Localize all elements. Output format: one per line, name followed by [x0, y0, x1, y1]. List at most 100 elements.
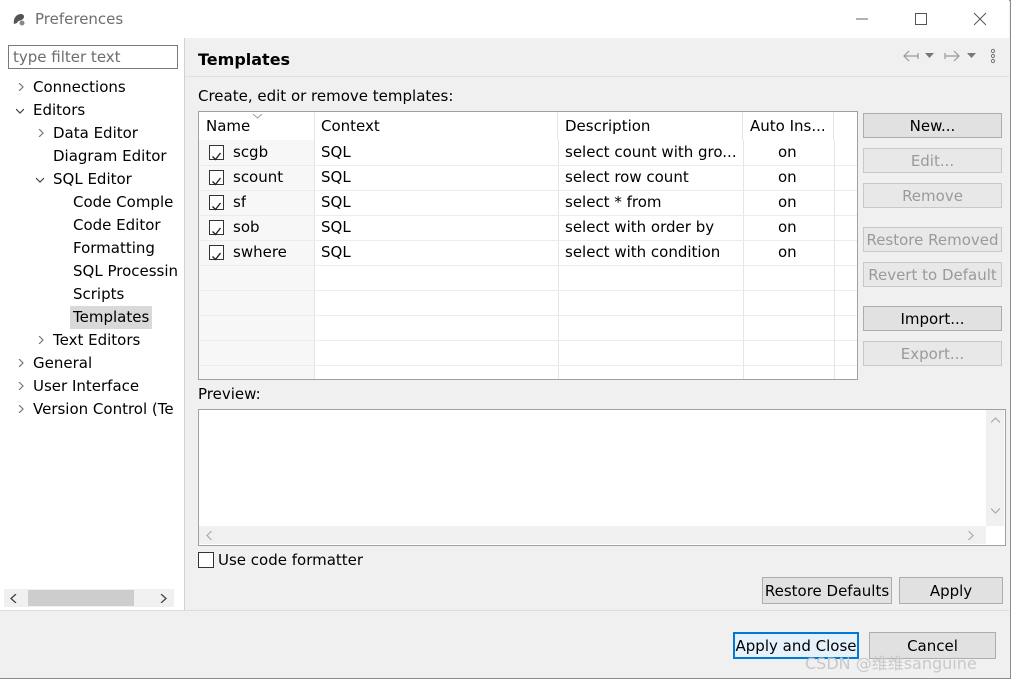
enabled-checkbox[interactable]	[209, 195, 224, 211]
scroll-left-icon[interactable]	[206, 531, 212, 540]
page-title: Templates	[198, 50, 291, 69]
new-button[interactable]: New...	[863, 113, 1002, 138]
tree-item-label: Diagram Editor	[53, 147, 167, 165]
chevron-right-icon[interactable]	[17, 359, 25, 367]
tree-item-label: Connections	[33, 78, 126, 96]
chevron-right-icon[interactable]	[37, 129, 45, 137]
tree-item-label-selected: Templates	[70, 306, 153, 329]
chevron-right-icon[interactable]	[37, 336, 45, 344]
use-code-formatter-label[interactable]: Use code formatter	[218, 551, 363, 569]
preview-vertical-scrollbar[interactable]	[986, 410, 1004, 526]
preview-label: Preview:	[198, 385, 261, 403]
restore-removed-button[interactable]: Restore Removed	[863, 227, 1002, 252]
apply-button[interactable]: Apply	[899, 577, 1003, 604]
tree-item-label: General	[33, 354, 93, 372]
close-icon	[973, 12, 987, 26]
edit-button[interactable]: Edit...	[863, 148, 1002, 173]
scrollbar-thumb[interactable]	[28, 590, 134, 606]
table-row-empty	[199, 340, 857, 366]
template-name: sob	[233, 218, 260, 236]
filter-input[interactable]	[8, 45, 178, 69]
chevron-right-icon[interactable]	[17, 405, 25, 413]
maximize-icon	[915, 13, 927, 25]
maximize-button[interactable]	[896, 0, 946, 38]
template-name: sf	[233, 193, 247, 211]
enabled-checkbox[interactable]	[209, 170, 224, 186]
template-auto-insert: on	[778, 143, 797, 161]
tree-horizontal-scrollbar[interactable]	[4, 589, 174, 607]
tree-item-label: Data Editor	[53, 124, 138, 142]
table-row-empty	[199, 315, 857, 341]
templates-description: Create, edit or remove templates:	[198, 87, 454, 105]
close-button[interactable]	[955, 0, 1005, 38]
chevron-right-icon[interactable]	[17, 382, 25, 390]
tree-item-label: SQL Processin	[73, 262, 179, 280]
watermark: CSDN @维维sanguine	[805, 654, 977, 673]
tree-item-label: Scripts	[73, 285, 125, 303]
tree-item-label: Code Comple	[73, 193, 174, 211]
template-auto-insert: on	[778, 193, 797, 211]
table-row[interactable]: scount SQL select row count on	[199, 165, 857, 191]
minimize-icon	[856, 18, 868, 20]
back-arrow-icon[interactable]	[903, 50, 919, 62]
remove-button[interactable]: Remove	[863, 183, 1002, 208]
preview-horizontal-scrollbar[interactable]	[199, 526, 986, 544]
table-row-empty	[199, 290, 857, 316]
use-code-formatter-checkbox[interactable]	[198, 552, 214, 568]
preview-area[interactable]	[198, 409, 1006, 546]
restore-defaults-button[interactable]: Restore Defaults	[762, 577, 892, 604]
column-header-auto-insert[interactable]: Auto Ins...	[743, 112, 834, 140]
scroll-down-icon[interactable]	[991, 508, 1000, 514]
template-auto-insert: on	[778, 168, 797, 186]
scroll-up-icon[interactable]	[991, 417, 1000, 423]
tree-item-label: Editors	[33, 101, 86, 119]
table-row-empty	[199, 265, 857, 291]
table-row[interactable]: swhere SQL select with condition on	[199, 240, 857, 266]
chevron-right-icon[interactable]	[17, 83, 25, 91]
template-context: SQL	[321, 143, 351, 161]
template-auto-insert: on	[778, 218, 797, 236]
template-context: SQL	[321, 168, 351, 186]
template-description: select with order by	[565, 218, 715, 236]
table-row[interactable]: sf SQL select * from on	[199, 190, 857, 216]
template-context: SQL	[321, 218, 351, 236]
import-button[interactable]: Import...	[863, 306, 1002, 331]
tree-item-label: SQL Editor	[53, 170, 132, 188]
template-context: SQL	[321, 243, 351, 261]
enabled-checkbox[interactable]	[209, 245, 224, 261]
minimize-button[interactable]	[837, 0, 887, 38]
sort-indicator-icon	[253, 114, 262, 119]
tree-item-label: Version Control (Te	[33, 400, 174, 418]
app-icon	[13, 14, 25, 26]
table-row[interactable]: sob SQL select with order by on	[199, 215, 857, 241]
revert-to-default-button[interactable]: Revert to Default	[863, 262, 1002, 287]
column-header-description[interactable]: Description	[558, 112, 743, 140]
template-auto-insert: on	[778, 243, 797, 261]
table-row[interactable]: scgb SQL select count with gro... on	[199, 140, 857, 166]
tree-item-label: Formatting	[73, 239, 155, 257]
chevron-down-icon[interactable]	[36, 176, 44, 184]
scroll-right-icon[interactable]	[968, 531, 974, 540]
export-button[interactable]: Export...	[863, 341, 1002, 366]
template-description: select count with gro...	[565, 143, 737, 161]
back-dropdown-icon[interactable]	[925, 53, 934, 59]
template-context: SQL	[321, 193, 351, 211]
window-title: Preferences	[35, 10, 124, 28]
tree-item-label: User Interface	[33, 377, 140, 395]
template-name: swhere	[233, 243, 287, 261]
template-description: select row count	[565, 168, 689, 186]
scroll-left-icon[interactable]	[10, 594, 18, 603]
more-options-icon[interactable]	[990, 48, 996, 64]
forward-arrow-icon[interactable]	[944, 50, 960, 62]
tree-item-label: Code Editor	[73, 216, 161, 234]
tree-item-label: Text Editors	[53, 331, 141, 349]
column-header-context[interactable]: Context	[314, 112, 558, 140]
template-description: select * from	[565, 193, 662, 211]
enabled-checkbox[interactable]	[209, 145, 224, 161]
templates-table[interactable]: Name Context Description Auto Ins... scg…	[198, 111, 858, 380]
chevron-down-icon[interactable]	[16, 107, 24, 115]
forward-dropdown-icon[interactable]	[967, 53, 976, 59]
page-header	[185, 38, 1009, 77]
scroll-right-icon[interactable]	[160, 594, 168, 603]
enabled-checkbox[interactable]	[209, 220, 224, 236]
